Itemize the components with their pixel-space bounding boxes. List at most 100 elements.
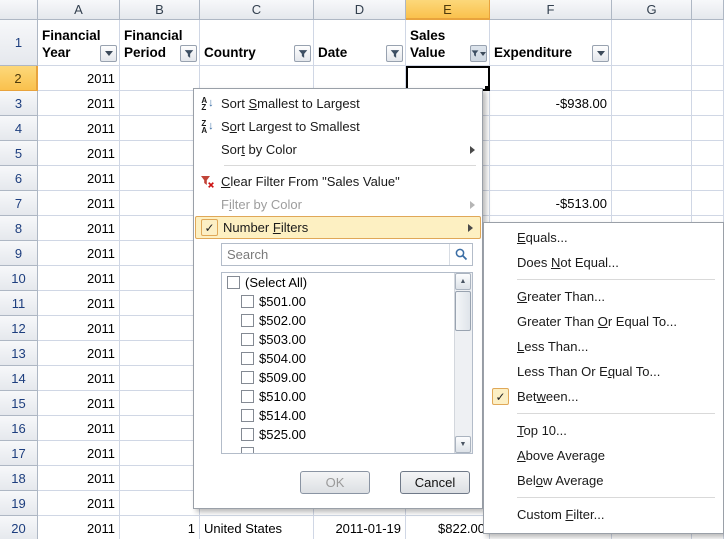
filter-value-checkbox[interactable] <box>241 409 254 422</box>
filter-button-B[interactable] <box>180 45 197 62</box>
cell-B20[interactable]: 1 <box>120 516 200 539</box>
header-cell-E1[interactable]: Sales Value <box>406 20 490 66</box>
cell-B13[interactable] <box>120 341 200 366</box>
menu-item-below-average[interactable]: Below Average <box>484 468 723 493</box>
search-icon[interactable] <box>449 244 472 265</box>
header-cell-C1[interactable]: Country <box>200 20 314 66</box>
cell-B6[interactable] <box>120 166 200 191</box>
cell-B14[interactable] <box>120 366 200 391</box>
cell-B8[interactable] <box>120 216 200 241</box>
cell-F3[interactable]: -$938.00 <box>490 91 612 116</box>
cell-B19[interactable] <box>120 491 200 516</box>
cell-B7[interactable] <box>120 191 200 216</box>
menu-item-custom-filter[interactable]: Custom Filter... <box>484 502 723 527</box>
cell-B15[interactable] <box>120 391 200 416</box>
fill-handle[interactable] <box>485 86 490 91</box>
cell-A7[interactable]: 2011 <box>38 191 120 216</box>
cell-F4[interactable] <box>490 116 612 141</box>
cell-B2[interactable] <box>120 66 200 91</box>
cell-A19[interactable]: 2011 <box>38 491 120 516</box>
cell-G5[interactable] <box>612 141 692 166</box>
column-header-A[interactable]: A <box>38 0 120 20</box>
cell-A17[interactable]: 2011 <box>38 441 120 466</box>
cell-H2[interactable] <box>692 66 724 91</box>
menu-item-equals[interactable]: Equals... <box>484 225 723 250</box>
row-header-11[interactable]: 11 <box>0 291 38 316</box>
cell-H6[interactable] <box>692 166 724 191</box>
header-cell-D1[interactable]: Date <box>314 20 406 66</box>
cancel-button[interactable]: Cancel <box>400 471 470 494</box>
scroll-down-button[interactable]: ▼ <box>455 436 471 453</box>
filter-button-D[interactable] <box>386 45 403 62</box>
filter-value-checkbox[interactable] <box>227 276 240 289</box>
row-header-19[interactable]: 19 <box>0 491 38 516</box>
ok-button[interactable]: OK <box>300 471 370 494</box>
menu-item-clear-filter-from-sales-value[interactable]: Clear Filter From "Sales Value" <box>194 170 482 193</box>
row-header-20[interactable]: 20 <box>0 516 38 539</box>
cell-H3[interactable] <box>692 91 724 116</box>
cell-B11[interactable] <box>120 291 200 316</box>
cell-A5[interactable]: 2011 <box>38 141 120 166</box>
filter-value-checkbox[interactable] <box>241 333 254 346</box>
cell-F6[interactable] <box>490 166 612 191</box>
menu-item-less-than[interactable]: Less Than... <box>484 334 723 359</box>
row-header-12[interactable]: 12 <box>0 316 38 341</box>
cell-B17[interactable] <box>120 441 200 466</box>
filter-value-checkbox[interactable] <box>241 314 254 327</box>
filter-value-checkbox[interactable] <box>241 295 254 308</box>
row-header-4[interactable]: 4 <box>0 116 38 141</box>
row-header-1[interactable]: 1 <box>0 20 38 66</box>
header-cell-F1[interactable]: Expenditure <box>490 20 612 66</box>
column-header-D[interactable]: D <box>314 0 406 20</box>
filter-value-item[interactable]: $502.00 <box>222 311 455 330</box>
filter-value-checkbox[interactable] <box>241 390 254 403</box>
cell-A10[interactable]: 2011 <box>38 266 120 291</box>
filter-value-item[interactable]: $509.00 <box>222 368 455 387</box>
filter-button-C[interactable] <box>294 45 311 62</box>
cell-A9[interactable]: 2011 <box>38 241 120 266</box>
cell-B5[interactable] <box>120 141 200 166</box>
cell-A18[interactable]: 2011 <box>38 466 120 491</box>
cell-A20[interactable]: 2011 <box>38 516 120 539</box>
cell-F2[interactable] <box>490 66 612 91</box>
column-header-G[interactable]: G <box>612 0 692 20</box>
column-header-C[interactable]: C <box>200 0 314 20</box>
filter-value-item[interactable]: $504.00 <box>222 349 455 368</box>
filter-value-item[interactable]: $525.00 <box>222 425 455 444</box>
menu-item-sort-largest-to-smallest[interactable]: ZA↓Sort Largest to Smallest <box>194 115 482 138</box>
filter-value-item[interactable]: $510.00 <box>222 387 455 406</box>
cell-B18[interactable] <box>120 466 200 491</box>
cell-H4[interactable] <box>692 116 724 141</box>
column-header-B[interactable]: B <box>120 0 200 20</box>
row-header-15[interactable]: 15 <box>0 391 38 416</box>
cell-A4[interactable]: 2011 <box>38 116 120 141</box>
filter-value-checkbox[interactable] <box>241 428 254 441</box>
cell-E20[interactable]: $822.00 <box>406 516 490 539</box>
row-header-16[interactable]: 16 <box>0 416 38 441</box>
menu-item-between[interactable]: ✓Between... <box>484 384 723 409</box>
filter-value-checkbox[interactable] <box>241 447 254 454</box>
row-header-8[interactable]: 8 <box>0 216 38 241</box>
cell-G7[interactable] <box>612 191 692 216</box>
filter-value-item[interactable]: $503.00 <box>222 330 455 349</box>
header-cell-B1[interactable]: Financial Period <box>120 20 200 66</box>
scrollbar[interactable]: ▲ ▼ <box>454 273 472 453</box>
menu-item-number-filters[interactable]: ✓Number Filters <box>195 216 481 239</box>
column-header-F[interactable]: F <box>490 0 612 20</box>
cell-C20[interactable]: United States <box>200 516 314 539</box>
row-header-5[interactable]: 5 <box>0 141 38 166</box>
row-header-10[interactable]: 10 <box>0 266 38 291</box>
select-all-corner[interactable] <box>0 0 38 20</box>
menu-item-top-10[interactable]: Top 10... <box>484 418 723 443</box>
menu-item-greater-than-or-equal-to[interactable]: Greater Than Or Equal To... <box>484 309 723 334</box>
menu-item-greater-than[interactable]: Greater Than... <box>484 284 723 309</box>
cell-A6[interactable]: 2011 <box>38 166 120 191</box>
header-cell-G1[interactable] <box>612 20 692 66</box>
filter-value-item[interactable]: $501.00 <box>222 292 455 311</box>
row-header-2[interactable]: 2 <box>0 66 38 91</box>
cell-A14[interactable]: 2011 <box>38 366 120 391</box>
filter-value-item[interactable]: (Select All) <box>222 273 455 292</box>
row-header-14[interactable]: 14 <box>0 366 38 391</box>
cell-A11[interactable]: 2011 <box>38 291 120 316</box>
row-header-6[interactable]: 6 <box>0 166 38 191</box>
